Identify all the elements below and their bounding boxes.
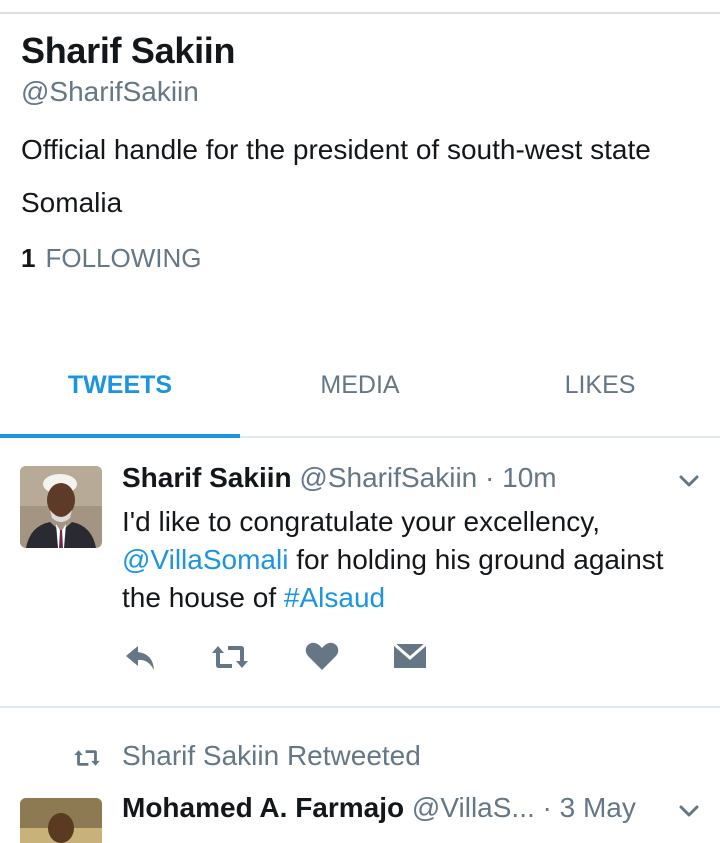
tweet-timestamp[interactable]: · 3 May bbox=[543, 792, 636, 823]
tweet-author-name[interactable]: Mohamed A. Farmajo bbox=[122, 792, 404, 823]
avatar[interactable] bbox=[20, 798, 102, 843]
retweet-icon bbox=[74, 750, 100, 766]
tab-likes[interactable]: LIKES bbox=[480, 356, 720, 436]
chevron-down-icon[interactable] bbox=[678, 470, 700, 492]
tweet-item[interactable]: Sharif Sakiin @SharifSakiin · 10m I'd li… bbox=[0, 436, 720, 706]
tweet-author-name[interactable]: Sharif Sakiin bbox=[122, 462, 292, 493]
tweet-item[interactable]: Sharif Sakiin Retweeted Mohamed A. Farma… bbox=[0, 708, 720, 843]
profile-location: Somalia bbox=[21, 187, 123, 218]
avatar-image bbox=[20, 798, 102, 843]
avatar[interactable] bbox=[20, 466, 102, 548]
tweet-mention-link[interactable]: @VillaSomali bbox=[122, 544, 288, 575]
profile-tabs: TWEETS MEDIA LIKES bbox=[0, 356, 720, 438]
tweet-hashtag-link[interactable]: #Alsaud bbox=[284, 582, 385, 613]
tweet-timestamp[interactable]: · 10m bbox=[485, 462, 557, 493]
top-divider bbox=[0, 12, 720, 14]
profile-handle[interactable]: @SharifSakiin bbox=[21, 74, 701, 110]
profile-bio: Official handle for the president of sou… bbox=[21, 134, 651, 165]
tab-media[interactable]: MEDIA bbox=[240, 356, 480, 436]
following-label: FOLLOWING bbox=[45, 243, 202, 273]
tweet-text: I'd like to congratulate your excellency… bbox=[122, 503, 680, 617]
retweeted-by-label[interactable]: Sharif Sakiin Retweeted bbox=[122, 738, 421, 774]
avatar-image bbox=[20, 466, 102, 548]
chevron-down-icon[interactable] bbox=[678, 800, 700, 822]
heart-icon[interactable] bbox=[302, 640, 342, 674]
reply-icon[interactable] bbox=[122, 640, 162, 674]
tweet-actions bbox=[122, 640, 442, 674]
retweet-icon[interactable] bbox=[210, 640, 250, 674]
tweet-header: Sharif Sakiin @SharifSakiin · 10m bbox=[122, 460, 660, 496]
following-count: 1 bbox=[21, 243, 36, 273]
following-link[interactable]: 1 FOLLOWING bbox=[21, 241, 701, 275]
profile-header: Sharif Sakiin @SharifSakiin Official han… bbox=[21, 30, 701, 275]
tab-tweets[interactable]: TWEETS bbox=[0, 356, 240, 436]
direct-message-icon[interactable] bbox=[390, 640, 430, 674]
tweet-header: Mohamed A. Farmajo @VillaS... · 3 May bbox=[122, 790, 660, 826]
profile-name: Sharif Sakiin bbox=[21, 30, 236, 71]
tweet-text-part: I'd like to congratulate your excellency… bbox=[122, 506, 600, 537]
tweet-author-handle[interactable]: @VillaS... bbox=[412, 792, 535, 823]
tweet-author-handle[interactable]: @SharifSakiin bbox=[299, 462, 477, 493]
